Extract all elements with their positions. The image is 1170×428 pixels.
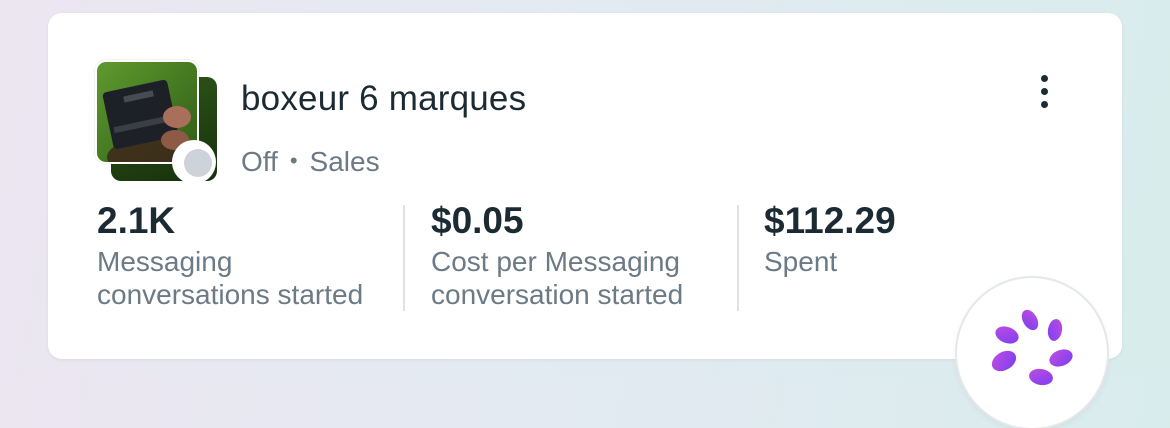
campaign-title[interactable]: boxeur 6 marques <box>241 79 526 119</box>
ai-assistant-button[interactable] <box>957 278 1107 428</box>
metric-value: $0.05 <box>431 200 524 241</box>
metric-value: $112.29 <box>764 200 896 241</box>
metric-value: 2.1K <box>97 200 176 241</box>
metric-messaging-conversations: 2.1K Messaging conversations started <box>97 199 363 311</box>
ai-assistant-icon <box>991 309 1073 386</box>
metric-label-line1: Cost per Messaging <box>431 246 681 277</box>
status-off-indicator <box>184 149 212 177</box>
more-options-icon[interactable] <box>1028 69 1060 113</box>
metric-label-line2: conversations started <box>97 279 364 310</box>
metric-amount-spent: $112.29 Spent <box>764 199 896 278</box>
metric-divider <box>403 205 405 311</box>
campaign-objective: Sales <box>309 146 380 177</box>
campaign-card[interactable]: boxeur 6 marques Off • Sales 2.1K Messagin… <box>48 13 1122 359</box>
metric-label-line1: Spent <box>764 246 838 277</box>
campaign-status: Off <box>241 146 278 177</box>
metric-label-line1: Messaging <box>97 246 233 277</box>
metric-label-line2: conversation started <box>431 279 684 310</box>
campaign-subline: Off • Sales <box>241 146 380 178</box>
metric-cost-per-conversation: $0.05 Cost per Messaging conversation st… <box>431 199 683 311</box>
more-dot <box>1040 100 1048 108</box>
separator-dot: • <box>289 148 298 173</box>
metric-divider <box>737 205 739 311</box>
more-dot <box>1040 87 1048 95</box>
more-dot <box>1040 74 1048 82</box>
